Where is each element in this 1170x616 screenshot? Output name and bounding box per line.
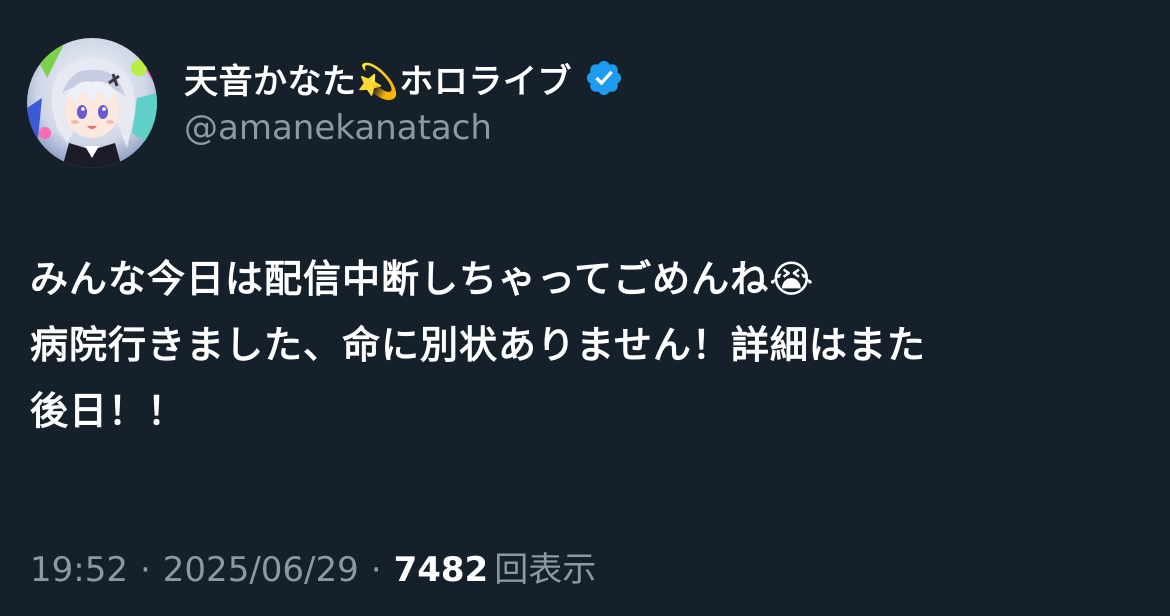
tweet-time[interactable]: 19:52 [30,550,128,590]
views-count[interactable]: 7482 [394,550,489,590]
author-handle[interactable]: @amanekanatach [184,108,492,148]
display-name[interactable]: 天音かなた💫ホロライブ [184,54,572,103]
meta-separator: · [370,550,382,590]
tweet-text-line: 病院行きました、命に別状ありません！詳細はまた [30,323,926,367]
author-name-row[interactable]: 天音かなた💫ホロライブ [184,54,624,102]
avatar-image [27,38,157,168]
tweet-card: 天音かなた💫ホロライブ @amanekanatach みんな今日は配信中断しちゃ… [0,0,1170,616]
tweet-meta: 19:52 · 2025/06/29 · 7482 回表示 [30,542,596,591]
tweet-text-line: みんな今日は配信中断しちゃってごめんね😭 [30,257,815,301]
verified-badge-icon [584,58,624,98]
avatar[interactable] [27,38,157,168]
tweet-text-line: 後日！！ [30,389,187,433]
tweet-text: みんな今日は配信中断しちゃってごめんね😭 病院行きました、命に別状ありません！詳… [30,246,1140,444]
views-label: 回表示 [494,550,597,590]
tweet-date[interactable]: 2025/06/29 [163,550,359,590]
meta-separator: · [139,550,151,590]
